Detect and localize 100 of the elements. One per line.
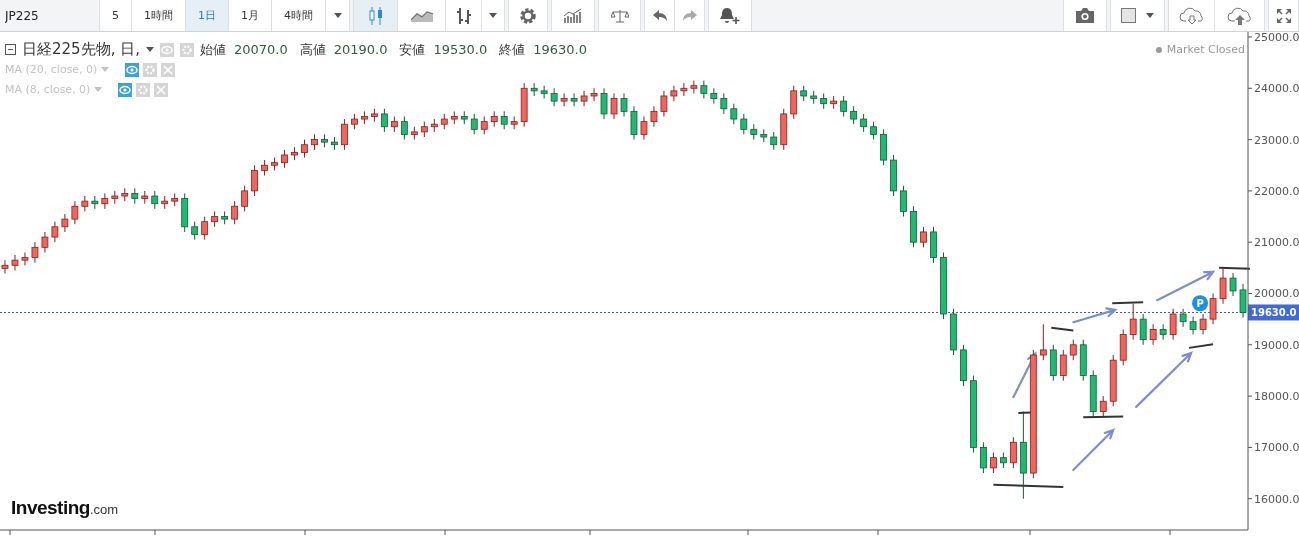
candle	[1139, 313, 1147, 346]
bell-plus-icon	[720, 6, 740, 25]
interval-tab[interactable]: 1月	[229, 0, 272, 31]
candle	[620, 92, 628, 117]
drawn-line	[1188, 343, 1215, 349]
candle	[990, 452, 997, 474]
eye-icon[interactable]	[118, 82, 133, 97]
drawn-line	[1082, 415, 1125, 419]
candle	[780, 108, 788, 151]
candle	[390, 116, 398, 133]
candle	[1119, 328, 1127, 366]
candle	[850, 105, 858, 125]
candle	[91, 195, 99, 210]
candle	[420, 121, 428, 138]
candle	[71, 200, 79, 225]
candle	[231, 200, 238, 225]
chart-type-button[interactable]	[353, 0, 398, 31]
candle	[131, 187, 139, 205]
screenshot-button[interactable]	[1063, 0, 1107, 31]
candle	[870, 121, 877, 141]
indicator-label: MA (8, close, 0)	[5, 83, 91, 96]
cloud-download-icon	[1178, 6, 1205, 25]
axis-label: 18000.0	[1254, 390, 1299, 404]
interval-tab[interactable]: 1日	[186, 0, 229, 31]
candle	[41, 231, 49, 253]
candle	[61, 213, 69, 233]
candle	[940, 251, 947, 320]
candle	[341, 118, 348, 151]
candle	[201, 216, 209, 241]
brand-logo: Investing.com	[11, 497, 119, 519]
candle	[291, 146, 298, 161]
collapse-icon[interactable]	[5, 44, 16, 55]
candle	[1189, 316, 1197, 336]
load-button[interactable]	[1168, 0, 1215, 31]
candle	[101, 192, 109, 210]
camera-icon	[1075, 8, 1095, 23]
fullscreen-button[interactable]	[1268, 0, 1299, 31]
settings-button[interactable]	[508, 0, 548, 31]
caret-icon	[145, 47, 154, 52]
candle	[261, 159, 268, 176]
candle	[560, 92, 568, 107]
candle	[540, 85, 548, 100]
candle	[460, 110, 468, 125]
save-button[interactable]	[1215, 0, 1265, 31]
candle	[640, 116, 648, 141]
candle	[550, 87, 558, 107]
candle	[1089, 369, 1097, 418]
candle	[271, 157, 278, 171]
candle	[1049, 344, 1057, 382]
caret-icon	[101, 67, 110, 72]
interval-dropdown[interactable]	[326, 0, 350, 31]
interval-tab[interactable]: 4時間	[272, 0, 326, 31]
candle	[760, 128, 768, 143]
candle	[321, 133, 328, 148]
candle	[331, 136, 338, 151]
candle	[660, 90, 668, 117]
eye-icon[interactable]	[125, 62, 140, 77]
candle	[51, 221, 59, 243]
candle	[450, 110, 458, 125]
last-price-label: 19630.0	[1248, 304, 1299, 321]
candle	[490, 110, 498, 128]
candle	[910, 205, 917, 248]
interval-tab[interactable]: 5	[99, 0, 132, 31]
candle	[381, 108, 388, 133]
chart-type-dropdown[interactable]	[482, 0, 505, 31]
candle	[1239, 283, 1247, 319]
candle	[410, 126, 418, 141]
candle	[1059, 349, 1067, 382]
candle	[860, 113, 867, 133]
drawn-line	[1050, 326, 1075, 332]
ohlc-label: 終値	[499, 40, 526, 59]
candle	[1099, 395, 1107, 418]
candle	[171, 192, 179, 207]
drawn-line	[1111, 301, 1145, 305]
interval-tab[interactable]: 1時間	[132, 0, 186, 31]
trend-arrow	[1135, 351, 1193, 408]
candle	[690, 80, 698, 94]
alert-button[interactable]	[708, 0, 752, 31]
candle	[730, 103, 738, 125]
candle	[720, 92, 728, 115]
color-picker-button[interactable]	[1110, 0, 1165, 31]
candle	[371, 108, 378, 123]
candle	[11, 254, 19, 271]
candle	[520, 82, 528, 128]
candle	[141, 190, 149, 205]
candle	[1000, 452, 1007, 469]
axis-label: 21000.0	[1254, 236, 1299, 250]
candle	[960, 344, 967, 387]
undo-button[interactable]	[644, 0, 675, 31]
indicators-button[interactable]	[551, 0, 595, 31]
caret-icon	[333, 13, 342, 18]
chart-type-button[interactable]	[446, 0, 482, 31]
axis-label: 20000.0	[1254, 287, 1299, 301]
candle	[121, 187, 129, 202]
series-title: 日経225先物, 日,	[22, 40, 140, 59]
candle	[191, 221, 199, 241]
candle	[1159, 323, 1167, 341]
indicators-icon	[563, 8, 583, 23]
indicator-label: MA (20, close, 0)	[5, 63, 98, 76]
candle	[241, 185, 248, 212]
